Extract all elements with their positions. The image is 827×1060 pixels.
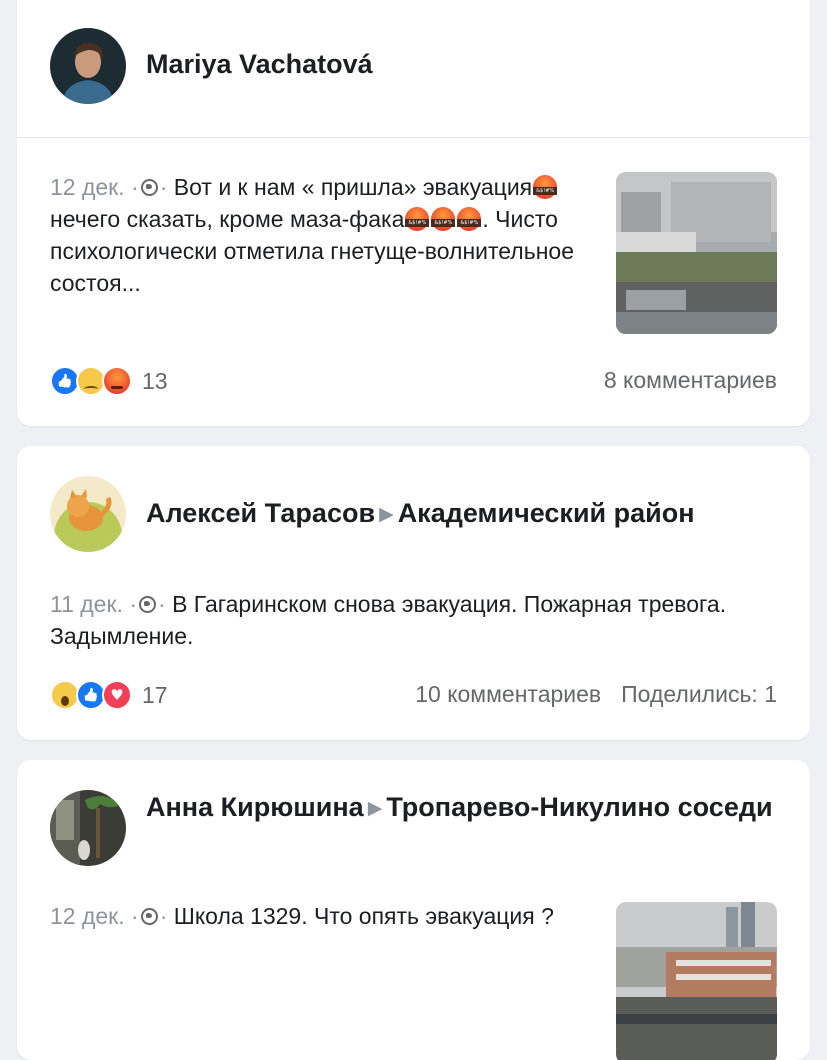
post-text[interactable]: 11 дек. · · В Гагаринском снова эвакуация… [50,588,790,652]
post-text-part: нечего сказать, кроме маза-фака [50,206,405,232]
post-stats: 10 комментариев Поделились: 1 [415,681,777,708]
city-photo [616,902,777,1060]
avatar-photo [50,790,126,866]
post-author[interactable]: Анна Кирюшина [146,792,364,822]
post-card: Анна Кирюшина ▶ Тропарево-Никулино соседи … [17,760,810,1060]
angry-emoji-icon [431,207,456,231]
avatar[interactable] [50,28,126,104]
love-icon [102,680,132,710]
reaction-count: 13 [142,367,168,394]
reactions-bar[interactable]: 17 [50,680,168,710]
city-photo [616,172,777,334]
post-card: Mariya Vachatová 12 дек. · · Вот и к нам … [17,0,810,426]
angry-emoji-icon [457,207,482,231]
angry-emoji-icon [405,207,430,231]
shares-count-link[interactable]: Поделились: 1 [621,681,777,707]
post-author[interactable]: Алексей Тарасов [146,498,375,528]
avatar-photo [50,28,126,104]
globe-icon [140,908,158,925]
group-name[interactable]: Академический район [398,498,695,528]
avatar[interactable] [50,790,126,866]
globe-icon [140,179,158,196]
post-text-body: Школа 1329. Что опять эвакуация ? [173,903,554,929]
post-card: Алексей Тарасов ▶ Академический район 11 д… [17,446,810,740]
post-author-line: Алексей Тарасов ▶ Академический район [146,496,695,534]
arrow-right-icon: ▶ [379,504,394,525]
comments-count-link[interactable]: 10 комментариев [415,681,601,707]
reactions-bar[interactable]: 13 [50,366,168,396]
post-text-part: Вот и к нам « пришла» эвакуация [173,174,533,200]
group-name[interactable]: Тропарево-Никулино соседи [386,792,772,822]
avatar-photo [50,476,126,552]
avatar[interactable] [50,476,126,552]
arrow-right-icon: ▶ [367,798,383,819]
comments-count-link[interactable]: 8 комментариев [604,367,777,393]
post-stats: 8 комментариев [604,367,777,394]
post-author-line: Анна Кирюшина ▶ Тропарево-Никулино соседи [146,790,786,828]
post-date[interactable]: 12 дек. [50,903,125,929]
post-image[interactable] [616,172,777,334]
globe-icon [139,596,156,613]
angry-emoji-icon [533,175,558,199]
post-text[interactable]: 12 дек. · · Школа 1329. Что опять эвакуац… [50,900,570,932]
divider [17,137,810,138]
reaction-count: 17 [142,681,168,708]
post-image[interactable] [616,902,777,1060]
post-date[interactable]: 12 дек. [50,174,125,200]
post-date[interactable]: 11 дек. [50,591,123,617]
post-text[interactable]: 12 дек. · · Вот и к нам « пришла» эвакуац… [50,171,590,299]
post-author[interactable]: Mariya Vachatová [146,47,373,82]
angry-icon [102,366,132,396]
